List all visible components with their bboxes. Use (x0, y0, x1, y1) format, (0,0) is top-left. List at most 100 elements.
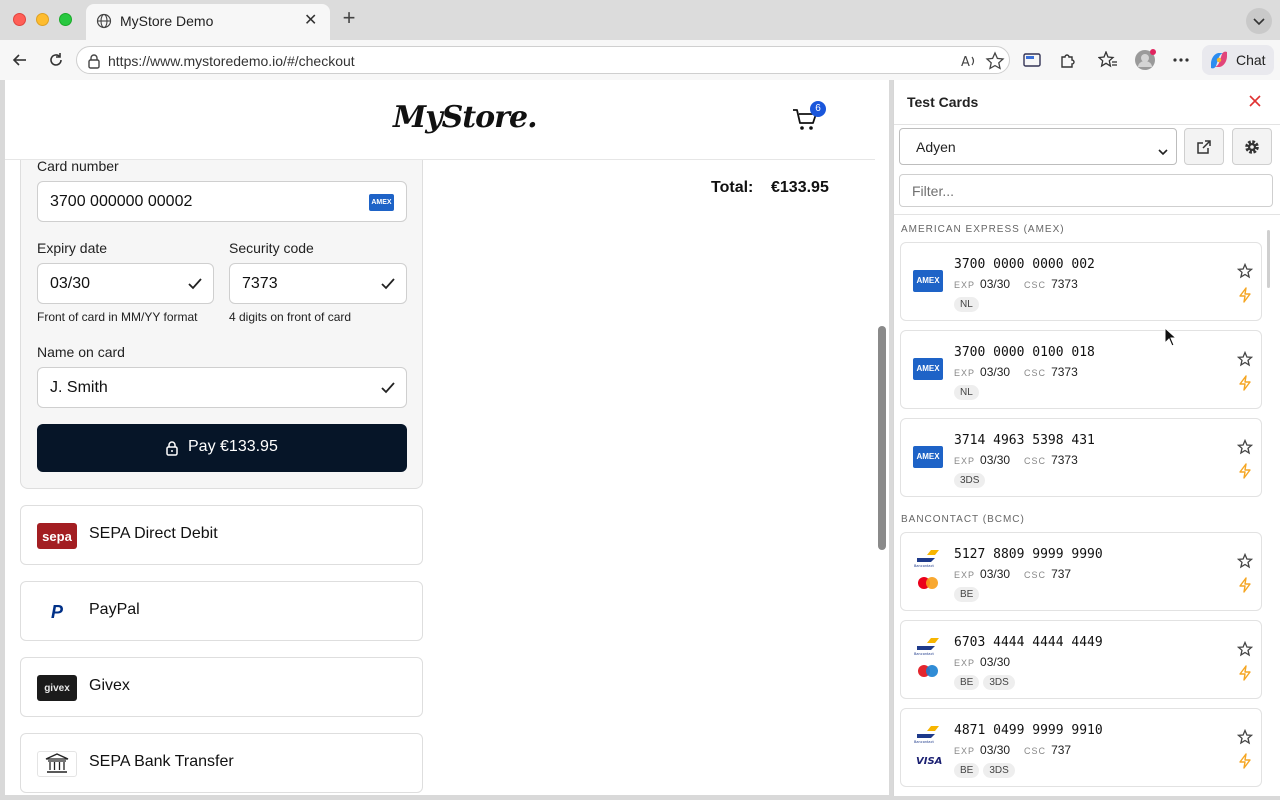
settings-button[interactable] (1232, 128, 1272, 165)
filter-input[interactable] (899, 174, 1273, 207)
star-icon[interactable] (1236, 552, 1254, 574)
test-card-item[interactable]: AMEX 3700 0000 0100 018 EXP 03/30 CSC 7373 … (900, 330, 1262, 409)
payment-method-paypal[interactable]: P PayPal (20, 581, 423, 641)
tag-badge: BE (954, 675, 980, 690)
divider (894, 124, 1280, 125)
lightning-icon[interactable] (1238, 463, 1252, 484)
favorites-icon[interactable] (1096, 48, 1120, 72)
givex-icon: givex (37, 675, 77, 701)
star-icon[interactable] (1236, 728, 1254, 750)
pay-button-label: Pay €133.95 (188, 438, 278, 455)
test-card-item[interactable]: Bancontact VISA 4871 0499 9999 9910 EXP 03… (900, 708, 1262, 787)
security-code-field[interactable]: 7373 (229, 263, 407, 304)
more-icon[interactable] (1169, 48, 1193, 72)
name-on-card-value: J. Smith (50, 379, 108, 396)
test-cards-panel: Test Cards Adyen AMERICAN EXPRESS (AMEX)… (893, 80, 1280, 796)
window-zoom-button[interactable] (59, 13, 72, 26)
test-card-item[interactable]: Bancontact 5127 8809 9999 9990 EXP 03/30 C… (900, 532, 1262, 611)
tag-badge: NL (954, 385, 979, 400)
payment-method-sepa-direct-debit[interactable]: sepa SEPA Direct Debit (20, 505, 423, 565)
lightning-icon[interactable] (1238, 665, 1252, 686)
back-arrow-icon[interactable] (8, 48, 32, 72)
reload-icon[interactable] (44, 48, 68, 72)
store-logo[interactable]: MyStore. (393, 100, 538, 135)
card-number: 4871 0499 9999 9910 (954, 723, 1103, 738)
browser-tab[interactable]: MyStore Demo ✕ (86, 4, 330, 40)
profile-icon[interactable] (1133, 48, 1157, 72)
group-header-bancontact: BANCONTACT (BCMC) (901, 514, 1025, 525)
tab-title: MyStore Demo (120, 13, 214, 29)
test-card-item[interactable]: AMEX 3714 4963 5398 431 EXP 03/30 CSC 7373 … (900, 418, 1262, 497)
extensions-icon[interactable] (1056, 48, 1080, 72)
card-number: 6703 4444 4444 4449 (954, 635, 1103, 650)
chevron-down-icon (1253, 18, 1265, 26)
security-code-hint: 4 digits on front of card (229, 310, 352, 324)
card-meta: EXP 03/30 CSC 737 (954, 567, 1072, 581)
expiry-date-value: 03/30 (50, 275, 91, 292)
card-number-field[interactable]: 3700 000000 00002 AMEX (37, 181, 407, 222)
globe-icon (96, 13, 112, 34)
lightning-icon[interactable] (1238, 287, 1252, 308)
tag-badge: 3DS (954, 473, 986, 488)
star-icon[interactable] (1236, 262, 1254, 284)
card-number: 3700 0000 0000 002 (954, 257, 1095, 272)
lock-icon[interactable] (87, 53, 101, 74)
address-bar[interactable]: https://www.mystoredemo.io/#/checkout A (76, 46, 1010, 74)
copilot-chat-button[interactable]: Chat (1202, 45, 1274, 75)
lightning-icon[interactable] (1238, 577, 1252, 598)
chat-label: Chat (1236, 52, 1266, 68)
total-label: Total: (711, 179, 754, 196)
expiry-date-hint: Front of card in MM/YY format (37, 310, 198, 324)
card-tags: NL (954, 382, 983, 400)
sepa-icon: sepa (37, 523, 77, 549)
svg-text:Bancontact: Bancontact (914, 564, 934, 568)
browser-tab-bar: MyStore Demo ✕ + (0, 0, 1280, 40)
group-header-amex: AMERICAN EXPRESS (AMEX) (901, 224, 1065, 235)
payment-method-givex[interactable]: givex Givex (20, 657, 423, 717)
close-icon[interactable]: ✕ (304, 13, 317, 29)
provider-value: Adyen (916, 139, 956, 155)
card-tags: BE 3DS (954, 672, 1019, 690)
tab-menu-button[interactable] (1246, 8, 1272, 34)
plus-icon[interactable]: + (338, 7, 360, 30)
panel-scrollbar[interactable] (1267, 230, 1270, 288)
window-close-button[interactable] (13, 13, 26, 26)
amex-card-icon: AMEX (913, 358, 943, 380)
store-header: MyStore. 6 (5, 80, 875, 160)
pay-button[interactable]: Pay €133.95 (37, 424, 407, 472)
close-icon[interactable] (1248, 94, 1262, 113)
panel-title: Test Cards (907, 94, 979, 110)
lightning-icon[interactable] (1238, 375, 1252, 396)
screen-icon[interactable] (1020, 48, 1044, 72)
provider-select[interactable]: Adyen (899, 128, 1177, 165)
favorite-star-icon[interactable] (985, 51, 1005, 76)
security-code-value: 7373 (242, 275, 278, 292)
checkmark-icon (380, 276, 396, 297)
test-card-item[interactable]: Bancontact 6703 4444 4444 4449 EXP 03/30 … (900, 620, 1262, 699)
lock-icon (165, 440, 179, 461)
card-number: 3714 4963 5398 431 (954, 433, 1095, 448)
test-card-item[interactable]: AMEX 3700 0000 0000 002 EXP 03/30 CSC 7373 … (900, 242, 1262, 321)
payment-method-label: SEPA Bank Transfer (89, 753, 234, 770)
svg-text:VISA: VISA (916, 756, 942, 767)
payment-method-label: PayPal (89, 601, 140, 618)
bancontact-maestro-icon: Bancontact (913, 635, 943, 681)
bancontact-visa-icon: Bancontact VISA (913, 723, 943, 769)
star-icon[interactable] (1236, 640, 1254, 662)
expiry-date-field[interactable]: 03/30 (37, 263, 214, 304)
open-external-button[interactable] (1184, 128, 1224, 165)
amex-card-icon: AMEX (369, 194, 394, 211)
star-icon[interactable] (1236, 438, 1254, 460)
gear-icon (1245, 139, 1259, 154)
payment-method-sepa-bank-transfer[interactable]: SEPA Bank Transfer (20, 733, 423, 793)
tag-badge: 3DS (983, 763, 1015, 778)
star-icon[interactable] (1236, 350, 1254, 372)
name-on-card-field[interactable]: J. Smith (37, 367, 407, 408)
read-aloud-icon[interactable]: A (959, 51, 979, 76)
page-scrollbar[interactable] (878, 326, 886, 550)
payment-method-label: SEPA Direct Debit (89, 525, 218, 542)
window-minimize-button[interactable] (36, 13, 49, 26)
svg-text:Bancontact: Bancontact (914, 652, 934, 656)
lightning-icon[interactable] (1238, 753, 1252, 774)
card-tags: BE 3DS (954, 760, 1019, 778)
